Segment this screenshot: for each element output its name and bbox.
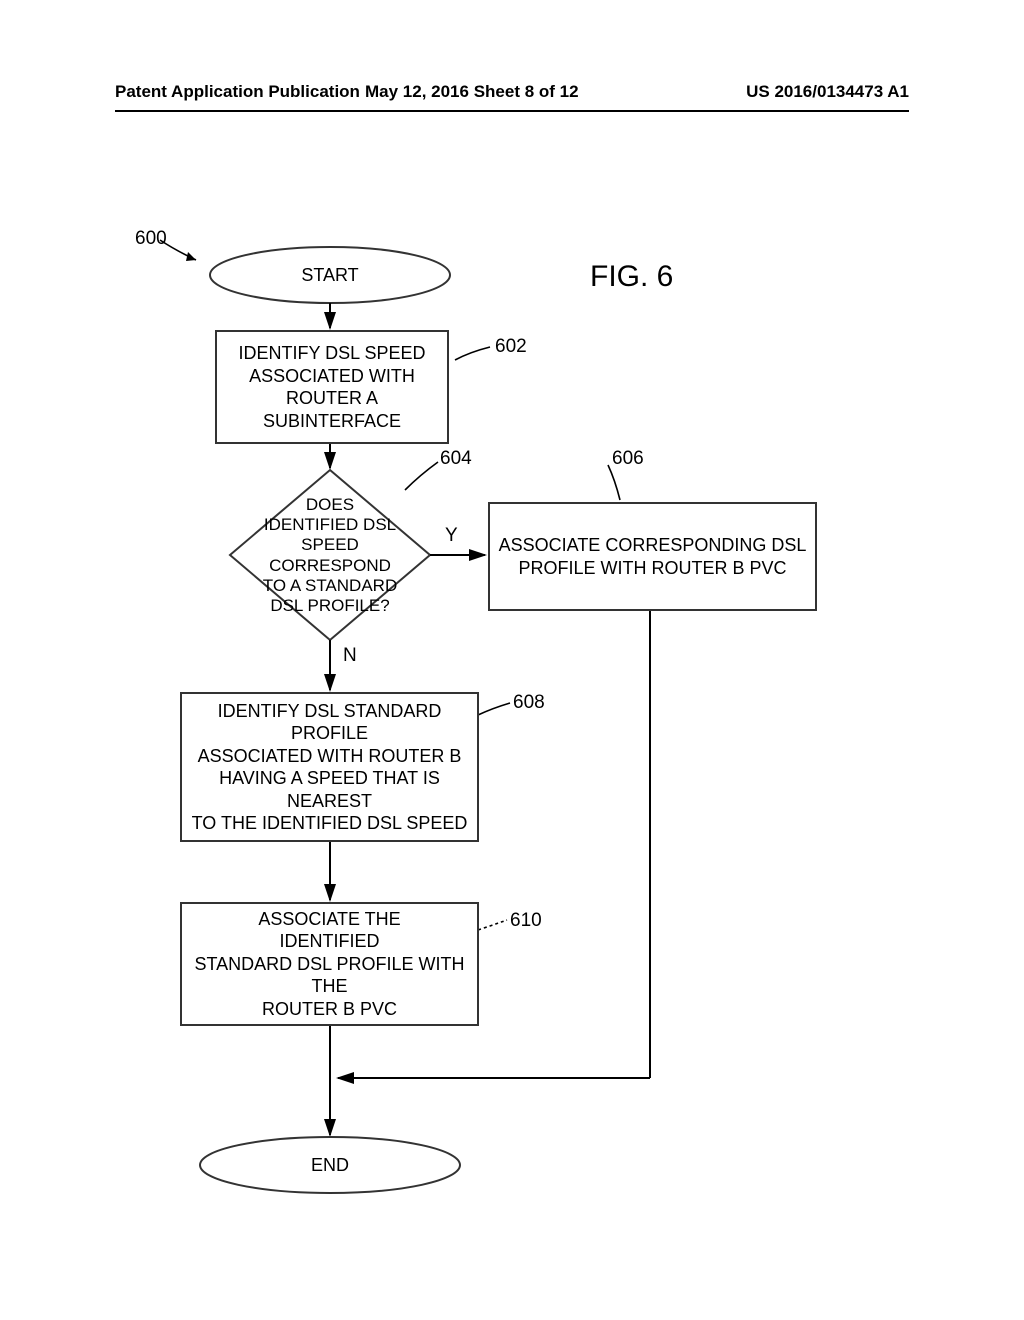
callout-606: 606 bbox=[612, 448, 644, 470]
end-node: END bbox=[280, 1152, 380, 1178]
flowchart-svg bbox=[0, 0, 1024, 1320]
callout-610: 610 bbox=[510, 910, 542, 932]
start-node: START bbox=[270, 262, 390, 288]
step-610: ASSOCIATE THE IDENTIFIED STANDARD DSL PR… bbox=[180, 902, 479, 1026]
callout-608: 608 bbox=[513, 692, 545, 714]
branch-yes: Y bbox=[445, 525, 458, 547]
callout-600: 600 bbox=[135, 228, 167, 250]
step-608: IDENTIFY DSL STANDARD PROFILE ASSOCIATED… bbox=[180, 692, 479, 842]
branch-no: N bbox=[343, 645, 357, 667]
step-606: ASSOCIATE CORRESPONDING DSL PROFILE WITH… bbox=[488, 502, 817, 611]
callout-602: 602 bbox=[495, 336, 527, 358]
decision-604: DOES IDENTIFIED DSL SPEED CORRESPOND TO … bbox=[230, 478, 430, 633]
callout-604: 604 bbox=[440, 448, 472, 470]
page: Patent Application Publication May 12, 2… bbox=[0, 0, 1024, 1320]
step-602: IDENTIFY DSL SPEED ASSOCIATED WITH ROUTE… bbox=[215, 330, 449, 444]
